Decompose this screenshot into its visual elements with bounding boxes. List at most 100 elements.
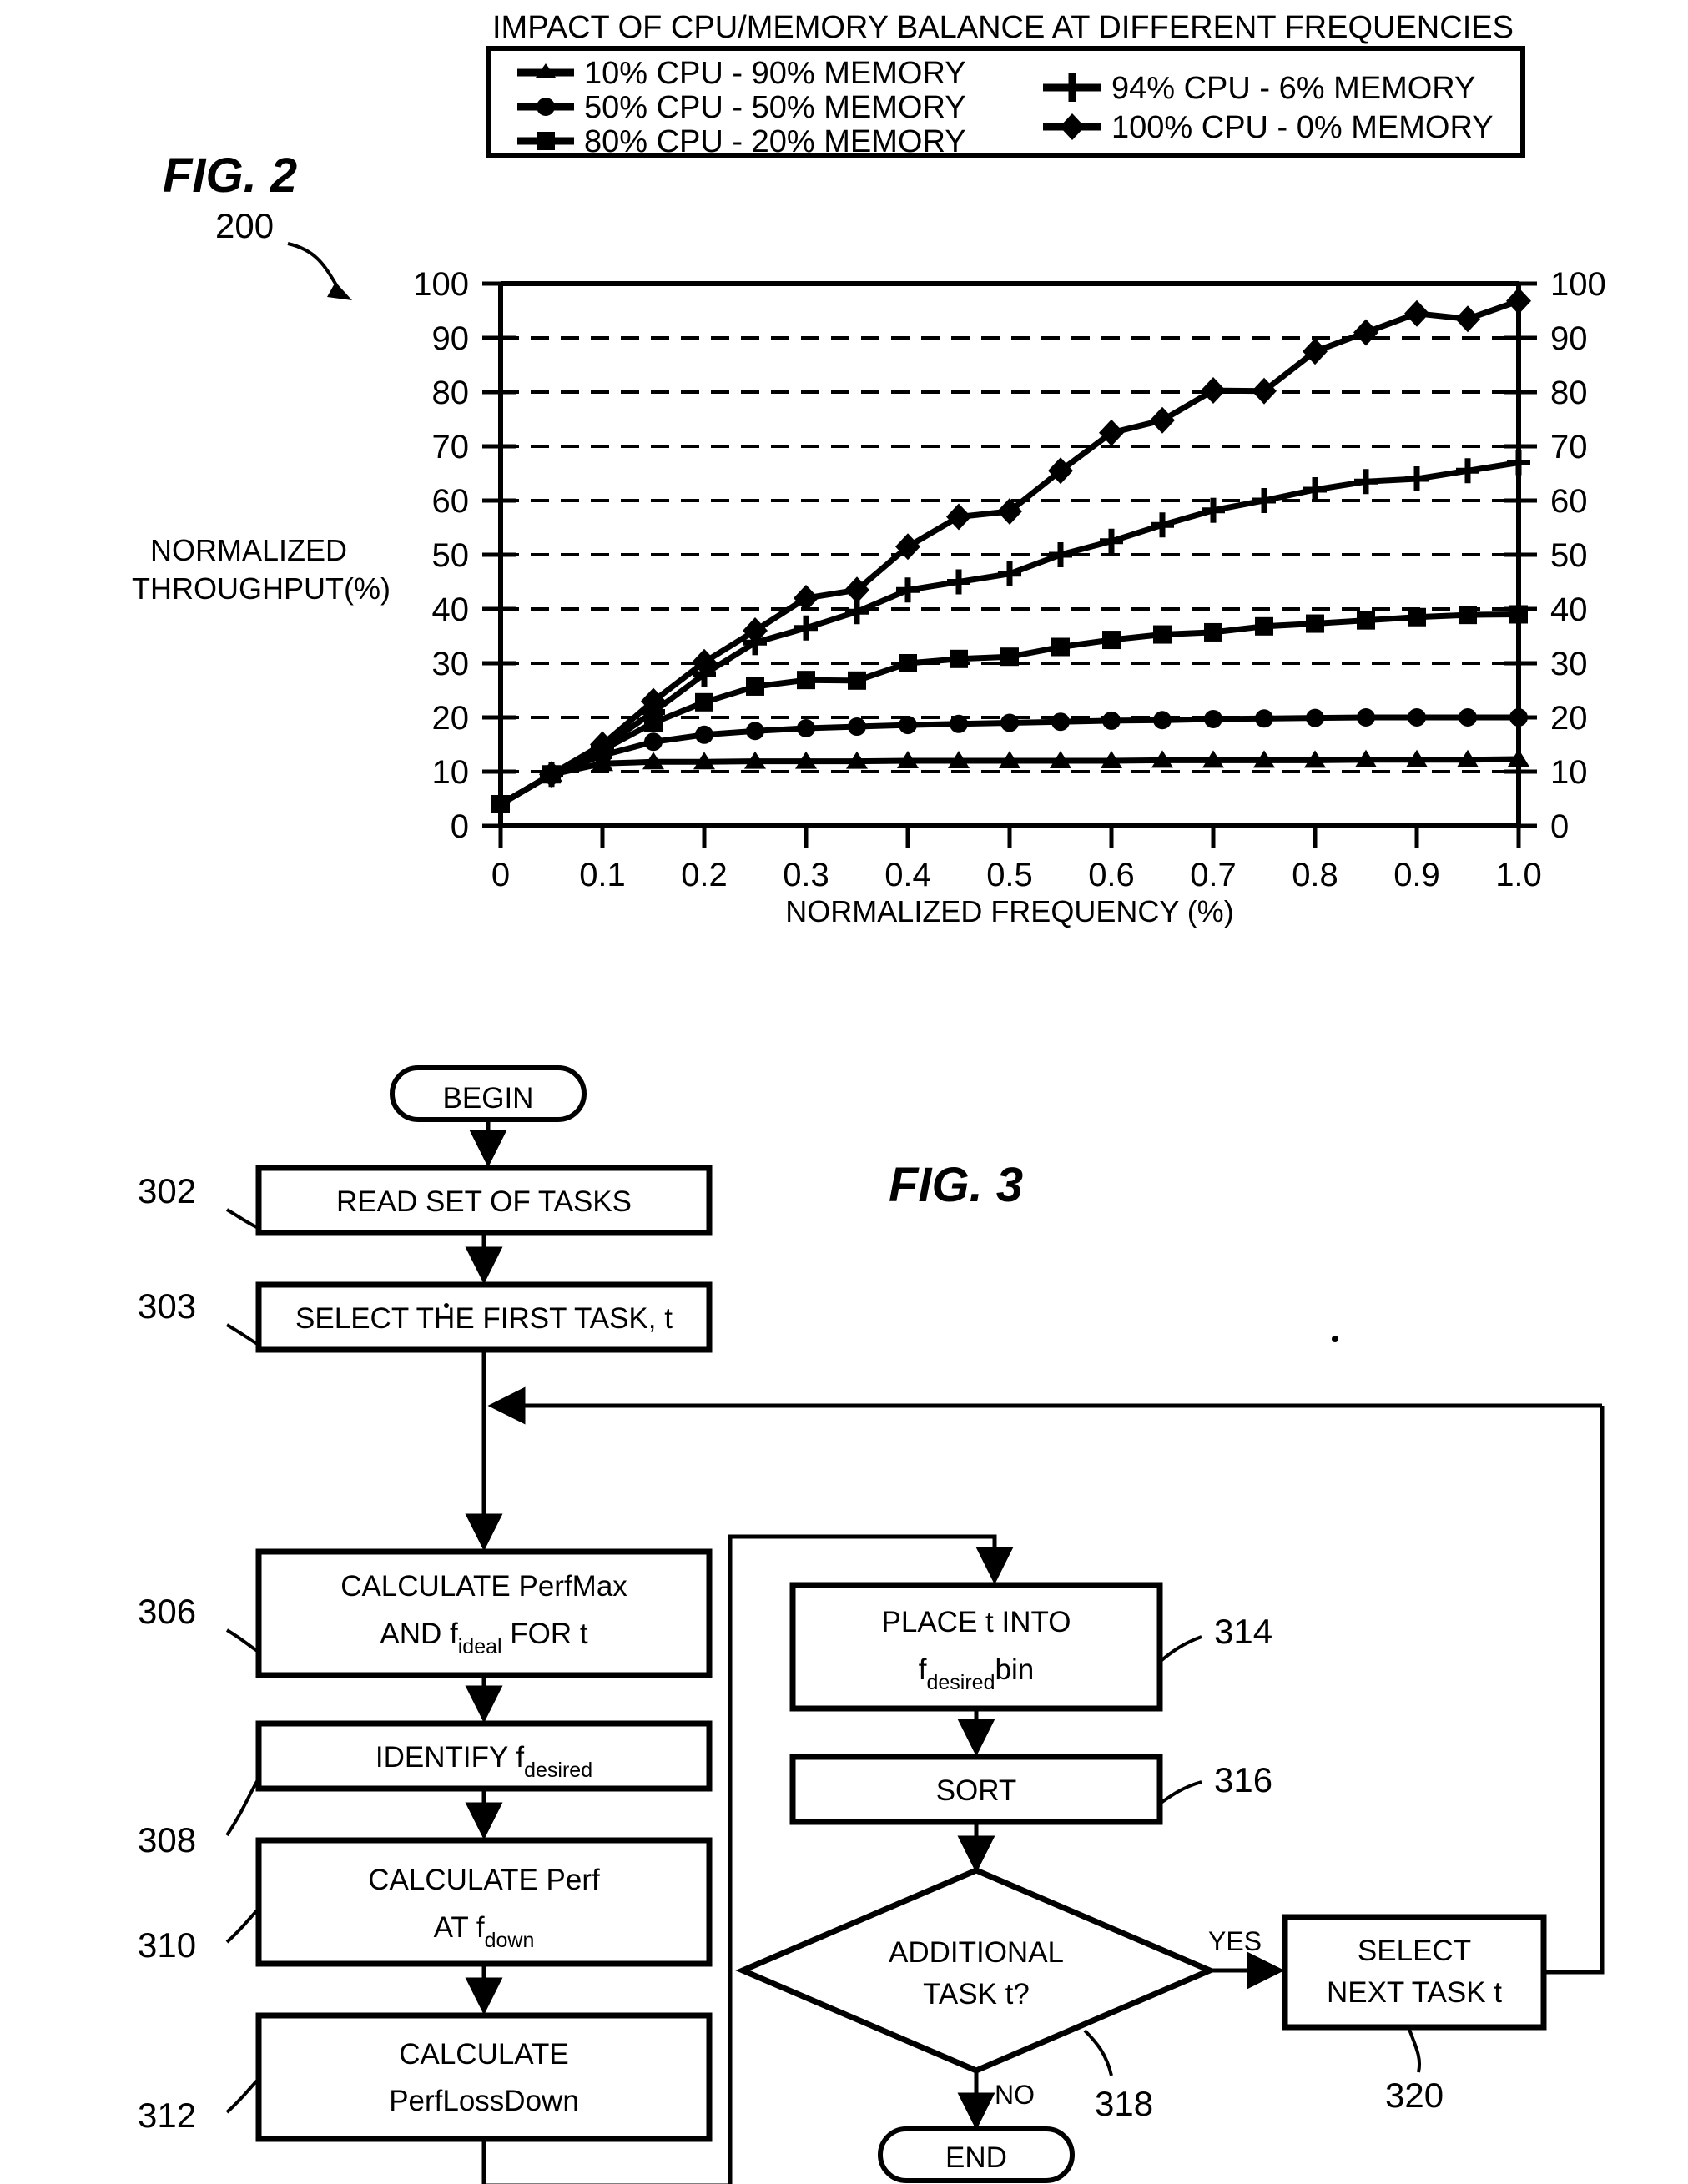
reference-numeral-320: 320 xyxy=(1385,2076,1444,2115)
leader-line-320 xyxy=(1407,2026,1421,2073)
y-tick-right-50: 50 xyxy=(1550,537,1588,574)
node-320-label-line2: NEXT TASK t xyxy=(1327,1976,1502,2009)
node-end: END xyxy=(878,2126,1075,2183)
node-312-label-line2: PerfLossDown xyxy=(389,2085,579,2117)
x-axis-label: NORMALIZED FREQUENCY (%) xyxy=(785,894,1233,928)
reference-numeral-310: 310 xyxy=(138,1925,196,1965)
circle-marker-icon xyxy=(1408,708,1426,727)
square-marker-icon xyxy=(1051,637,1070,657)
x-tick-label-0.3: 0.3 xyxy=(783,857,829,893)
node-316-label: SORT xyxy=(936,1774,1017,1807)
y-tick-left-70: 70 xyxy=(432,429,470,465)
node-318-label-line1: ADDITIONAL xyxy=(889,1936,1064,1969)
diamond-marker-icon xyxy=(1404,299,1429,327)
y-tick-right-60: 60 xyxy=(1550,483,1588,520)
diamond-marker-icon xyxy=(946,503,971,531)
edge-320-loop xyxy=(1544,1829,1605,1975)
scan-speck-1 xyxy=(444,1303,449,1308)
plus-marker-icon xyxy=(794,615,818,641)
flowchart-svg: FIG. 3 BEGIN READ SET OF TASKS 302 SELEC… xyxy=(138,1065,1605,2184)
node-begin-label: BEGIN xyxy=(443,1082,534,1115)
x-tick-label-0.9: 0.9 xyxy=(1393,857,1440,893)
diamond-marker-icon xyxy=(1150,406,1175,434)
y-tick-left-30: 30 xyxy=(432,646,470,682)
y-tick-right-90: 90 xyxy=(1550,320,1588,357)
x-tick-label-0.4: 0.4 xyxy=(884,857,931,893)
plus-marker-icon xyxy=(896,577,920,603)
node-316: SORT xyxy=(789,1754,1163,1825)
reference-numeral-314: 314 xyxy=(1214,1612,1272,1651)
plus-marker-icon xyxy=(1303,477,1327,502)
plus-marker-icon xyxy=(1100,528,1123,554)
circle-marker-icon xyxy=(644,732,663,752)
figure-3-label: FIG. 3 xyxy=(889,1158,1023,1212)
y-tick-right-80: 80 xyxy=(1550,375,1588,411)
node-312: CALCULATE PerfLossDown xyxy=(255,2012,713,2142)
leader-line-314 xyxy=(1158,1635,1202,1663)
circle-marker-icon xyxy=(1255,709,1273,728)
legend-entry-80cpu: 80% CPU - 20% MEMORY xyxy=(517,124,966,159)
plus-marker-icon xyxy=(1252,488,1276,513)
x-tick-label-1.0: 1.0 xyxy=(1495,857,1542,893)
leader-line-306 xyxy=(225,1628,260,1653)
square-marker-icon xyxy=(1459,606,1477,625)
node-310-label-line1: CALCULATE Perf xyxy=(368,1864,600,1896)
reference-numeral-200: 200 xyxy=(215,206,274,245)
plus-marker-icon xyxy=(1151,512,1174,538)
diamond-marker-icon xyxy=(539,761,564,788)
leader-line-308 xyxy=(225,1777,260,1837)
x-tick-labels: 0 0.1 0.2 0.3 0.4 0.5 0.6 0.7 0.8 0.9 1.0 xyxy=(491,857,1542,893)
y-tick-left-100: 100 xyxy=(413,266,469,303)
reference-numeral-302: 302 xyxy=(138,1171,196,1210)
y-tick-left-0: 0 xyxy=(451,808,469,845)
legend-entry-94cpu: 94% CPU - 6% MEMORY xyxy=(1043,71,1475,106)
node-320-label-line1: SELECT xyxy=(1358,1935,1471,1967)
plus-marker-icon xyxy=(1354,469,1378,495)
square-marker-icon xyxy=(1255,616,1273,636)
circle-marker-icon xyxy=(899,716,917,735)
leader-line-302 xyxy=(225,1208,259,1230)
node-318: ADDITIONAL TASK t? xyxy=(735,1867,1217,2074)
figure-2-container: IMPACT OF CPU/MEMORY BALANCE AT DIFFEREN… xyxy=(0,0,1688,984)
y-tick-right-10: 10 xyxy=(1550,754,1588,791)
x-tick-label-0: 0 xyxy=(491,857,510,893)
node-314: PLACE t INTO fdesiredbin xyxy=(789,1582,1163,1712)
leader-line-310 xyxy=(225,1907,260,1944)
legend-entry-50cpu: 50% CPU - 50% MEMORY xyxy=(517,90,966,125)
diamond-marker-icon xyxy=(1353,319,1378,346)
scan-speck-2 xyxy=(1332,1336,1338,1342)
edge-312-314-seg2 xyxy=(728,1534,997,1560)
y-tick-right-40: 40 xyxy=(1550,591,1588,628)
circle-marker-icon xyxy=(848,717,866,737)
plus-marker-icon xyxy=(1405,466,1429,491)
square-marker-icon xyxy=(1509,605,1528,624)
square-marker-icon xyxy=(1153,625,1172,644)
chart-title: IMPACT OF CPU/MEMORY BALANCE AT DIFFEREN… xyxy=(492,10,1514,45)
node-312-label-line1: CALCULATE xyxy=(399,2038,569,2071)
node-302: READ SET OF TASKS xyxy=(255,1165,713,1236)
y-tick-left-40: 40 xyxy=(432,591,470,628)
series-0 xyxy=(499,749,1529,808)
y-tick-labels-left: 100 90 80 70 60 50 40 30 20 10 0 xyxy=(413,266,469,845)
leader-line-303 xyxy=(225,1323,260,1346)
circle-marker-icon xyxy=(537,98,555,116)
x-tick-label-0.6: 0.6 xyxy=(1088,857,1135,893)
circle-marker-icon xyxy=(695,725,713,744)
node-310-label-line2: AT fdown xyxy=(434,1911,535,1952)
node-306: CALCULATE PerfMax AND fideal FOR t xyxy=(255,1548,713,1678)
circle-marker-icon xyxy=(1509,708,1528,727)
node-308-label: IDENTIFY fdesired xyxy=(375,1741,592,1782)
circle-marker-icon xyxy=(1459,708,1477,727)
reference-numeral-318: 318 xyxy=(1095,2084,1153,2123)
square-marker-icon xyxy=(950,649,968,668)
circle-marker-icon xyxy=(746,722,764,741)
y-tick-right-100: 100 xyxy=(1550,266,1606,303)
legend-label-50cpu: 50% CPU - 50% MEMORY xyxy=(584,90,966,125)
y-tick-right-20: 20 xyxy=(1550,700,1588,737)
legend-label-100cpu: 100% CPU - 0% MEMORY xyxy=(1111,110,1494,145)
circle-marker-icon xyxy=(950,714,968,733)
y-tick-right-0: 0 xyxy=(1550,808,1569,845)
y-axis-label-line2: THROUGHPUT(%) xyxy=(132,571,391,606)
square-marker-icon xyxy=(1306,614,1324,633)
node-318-label-line2: TASK t? xyxy=(923,1978,1030,2010)
